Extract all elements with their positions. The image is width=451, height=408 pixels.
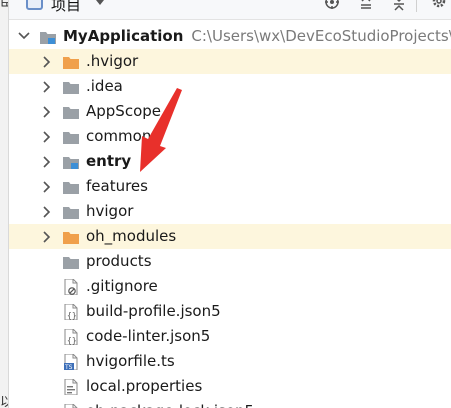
tree-item-products[interactable]: products (9, 249, 451, 274)
view-dropdown-caret-icon[interactable] (96, 0, 104, 5)
project-view-title[interactable]: 项目 (51, 0, 81, 14)
folder-icon (63, 257, 79, 269)
collapse-all-icon[interactable] (390, 0, 408, 13)
tree-item-label: code-linter.json5 (86, 327, 211, 345)
chevron-down-icon[interactable] (18, 32, 30, 40)
chevron-right-icon[interactable] (43, 56, 51, 68)
tree-item-label: hvigorfile.ts (86, 352, 175, 370)
tree-item-hvigor[interactable]: .hvigor (9, 49, 451, 74)
module-folder-icon (40, 32, 56, 44)
tree-item-hvigorfile-ts[interactable]: TS hvigorfile.ts (9, 349, 451, 374)
tree-item-label: AppScope (86, 102, 161, 120)
chevron-right-icon[interactable] (43, 156, 51, 168)
tree-item-label: .hvigor (86, 52, 139, 70)
folder-icon (63, 57, 79, 69)
tree-item-appscope[interactable]: AppScope (9, 99, 451, 124)
tree-item-label: .idea (86, 77, 123, 95)
svg-text:{}: {} (67, 336, 77, 345)
tree-item-entry[interactable]: entry (9, 149, 451, 174)
svg-text:{}: {} (67, 311, 77, 320)
properties-file-icon (64, 379, 78, 395)
chevron-right-icon[interactable] (43, 106, 51, 118)
tree-item-idea[interactable]: .idea (9, 74, 451, 99)
tree-item-oh-modules[interactable]: oh_modules (9, 224, 451, 249)
json-file-icon: {} (64, 404, 78, 408)
tree-item-label: products (86, 252, 152, 270)
side-strip-label-bottom: 以 (0, 396, 8, 408)
json-file-icon: {} (64, 329, 78, 345)
tree-root-row[interactable]: MyApplication C:\Users\wx\DevEcoStudioPro… (9, 24, 451, 49)
side-strip-label-top: 臣 (0, 0, 8, 9)
folder-icon (63, 82, 79, 94)
tree-item-label: oh-package-lock.json5 (86, 402, 254, 408)
ignore-file-icon (64, 279, 78, 295)
chevron-right-icon[interactable] (43, 206, 51, 218)
tree-item-oh-package-lock-json5[interactable]: {} oh-package-lock.json5 (9, 399, 451, 408)
tree-item-label: .gitignore (86, 277, 158, 295)
tree-root-label: MyApplication C:\Users\wx\DevEcoStudioPro… (63, 27, 451, 46)
tree-item-label: oh_modules (86, 227, 177, 245)
tree-item-features[interactable]: features (9, 174, 451, 199)
tree-item-label: features (86, 177, 148, 195)
folder-icon (63, 182, 79, 194)
expand-all-icon[interactable] (357, 0, 375, 13)
tree-item-gitignore[interactable]: .gitignore (9, 274, 451, 299)
locate-file-icon[interactable] (323, 0, 341, 13)
project-view-icon (26, 0, 43, 10)
project-tool-window: 臣 以 项目 MyApplication C:\Users\wx\DevEcoS… (0, 0, 451, 408)
typescript-file-icon: TS (64, 354, 78, 370)
chevron-right-icon[interactable] (43, 81, 51, 93)
project-tree: MyApplication C:\Users\wx\DevEcoStudioPro… (9, 20, 451, 408)
tree-item-local-properties[interactable]: local.properties (9, 374, 451, 399)
tree-item-hvigor[interactable]: hvigor (9, 199, 451, 224)
tree-item-label: local.properties (86, 377, 203, 395)
chevron-right-icon[interactable] (43, 181, 51, 193)
tree-item-code-linter-json5[interactable]: {} code-linter.json5 (9, 324, 451, 349)
gear-icon[interactable] (430, 0, 448, 13)
tree-item-label: common (86, 127, 152, 145)
chevron-right-icon[interactable] (43, 231, 51, 243)
folder-icon (63, 232, 79, 244)
root-path: C:\Users\wx\DevEcoStudioProjects\M (191, 27, 451, 45)
tree-item-label: entry (86, 152, 132, 170)
tree-item-common[interactable]: common (9, 124, 451, 149)
module-folder-icon (63, 157, 79, 169)
folder-icon (63, 107, 79, 119)
svg-text:TS: TS (64, 364, 73, 370)
tool-window-header: 项目 (9, 0, 451, 20)
folder-icon (63, 207, 79, 219)
tree-item-build-profile-json5[interactable]: {} build-profile.json5 (9, 299, 451, 324)
chevron-right-icon[interactable] (43, 131, 51, 143)
tree-item-label: build-profile.json5 (86, 302, 221, 320)
root-name: MyApplication (63, 27, 184, 45)
folder-icon (63, 132, 79, 144)
tree-item-label: hvigor (86, 202, 134, 220)
header-separator (416, 0, 417, 12)
side-tool-strip[interactable]: 臣 以 (0, 0, 9, 408)
json-file-icon: {} (64, 304, 78, 320)
